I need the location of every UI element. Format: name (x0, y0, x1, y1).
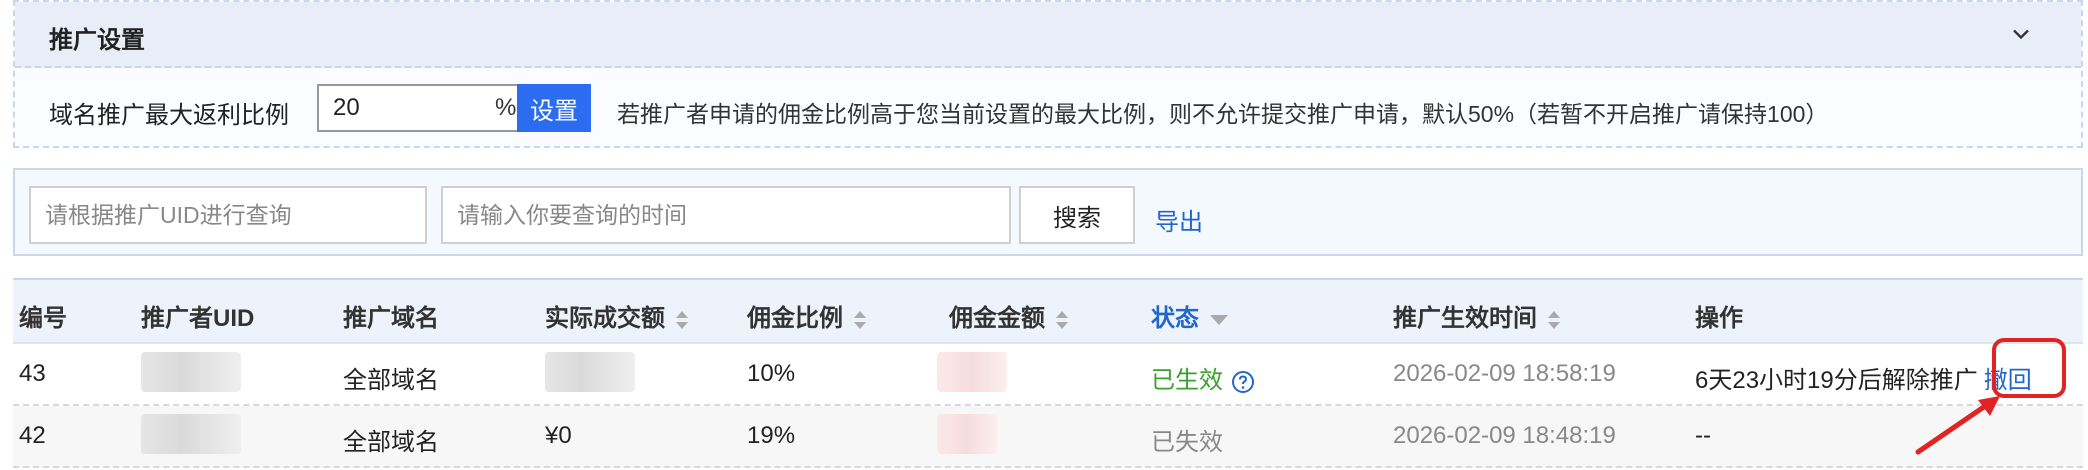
redacted-amount (545, 352, 635, 392)
cell-status: 已失效 (1151, 429, 1223, 456)
settings-title: 推广设置 (49, 27, 145, 54)
redacted-commission (937, 414, 997, 454)
header-amount[interactable]: 实际成交额 (545, 298, 689, 333)
header-amount-label: 实际成交额 (545, 305, 665, 332)
percent-sign: % (495, 94, 517, 121)
cell-id: 43 (19, 360, 46, 387)
redacted-uid (141, 414, 241, 454)
header-commission-label: 佣金金额 (949, 305, 1045, 332)
cell-ratio: 19% (747, 422, 796, 449)
promotion-table: 编号 推广者UID 推广域名 实际成交额 佣金比例 佣金金额 状态 推广生效时间… (13, 278, 2083, 470)
header-uid: 推广者UID (141, 305, 255, 332)
cell-id: 42 (19, 422, 46, 449)
table-header: 编号 推广者UID 推广域名 实际成交额 佣金比例 佣金金额 状态 推广生效时间… (13, 280, 2083, 344)
redacted-commission (937, 352, 1007, 392)
promotion-settings-panel: 推广设置 域名推广最大返利比例 % 设置 若推广者申请的佣金比例高于您当前设置的… (13, 0, 2083, 148)
sort-icon[interactable] (853, 310, 867, 330)
ratio-hint: 若推广者申请的佣金比例高于您当前设置的最大比例，则不允许提交推广申请，默认50%… (617, 101, 1829, 127)
status-label: 已生效 (1151, 367, 1223, 394)
cell-effective-time: 2026-02-09 18:58:19 (1393, 360, 1616, 387)
redacted-uid (141, 352, 241, 392)
cell-amount: ¥0 (545, 422, 572, 449)
header-action: 操作 (1695, 305, 1743, 332)
table-row: 43 全部域名 10% 已生效 2026-02-09 18:58:19 6天23… (13, 344, 2083, 406)
header-status-label: 状态 (1151, 305, 1199, 332)
ratio-label: 域名推广最大返利比例 (49, 102, 289, 129)
header-ratio-label: 佣金比例 (747, 305, 843, 332)
sort-icon[interactable] (1547, 310, 1561, 330)
header-effective-time-label: 推广生效时间 (1393, 305, 1537, 332)
header-commission[interactable]: 佣金金额 (949, 298, 1069, 333)
cell-action: -- (1695, 422, 1711, 449)
cell-effective-time: 2026-02-09 18:48:19 (1393, 422, 1616, 449)
filter-triangle-icon[interactable] (1209, 314, 1229, 326)
header-domain: 推广域名 (343, 305, 439, 332)
uid-search-input[interactable] (29, 186, 427, 244)
chevron-down-icon[interactable] (2007, 20, 2035, 48)
cell-domain: 全部域名 (343, 429, 439, 456)
sort-icon[interactable] (1055, 310, 1069, 330)
header-id: 编号 (19, 305, 67, 332)
table-row: 42 全部域名 ¥0 19% 已失效 2026-02-09 18:48:19 -… (13, 406, 2083, 468)
question-circle-icon[interactable] (1231, 370, 1255, 394)
header-effective-time[interactable]: 推广生效时间 (1393, 298, 1561, 333)
cell-status: 已生效 (1151, 360, 1255, 395)
sort-icon[interactable] (675, 310, 689, 330)
time-search-input[interactable] (441, 186, 1011, 244)
cell-ratio: 10% (747, 360, 796, 387)
header-status[interactable]: 状态 (1151, 298, 1229, 333)
settings-header[interactable]: 推广设置 (15, 2, 2081, 68)
header-ratio[interactable]: 佣金比例 (747, 298, 867, 333)
search-button[interactable]: 搜索 (1019, 186, 1135, 244)
max-ratio-input[interactable] (317, 84, 517, 132)
set-button[interactable]: 设置 (517, 84, 591, 132)
search-panel: 搜索 导出 (13, 168, 2083, 256)
export-link[interactable]: 导出 (1155, 202, 1203, 237)
red-arrow-icon (1915, 396, 2000, 455)
cell-domain: 全部域名 (343, 367, 439, 394)
